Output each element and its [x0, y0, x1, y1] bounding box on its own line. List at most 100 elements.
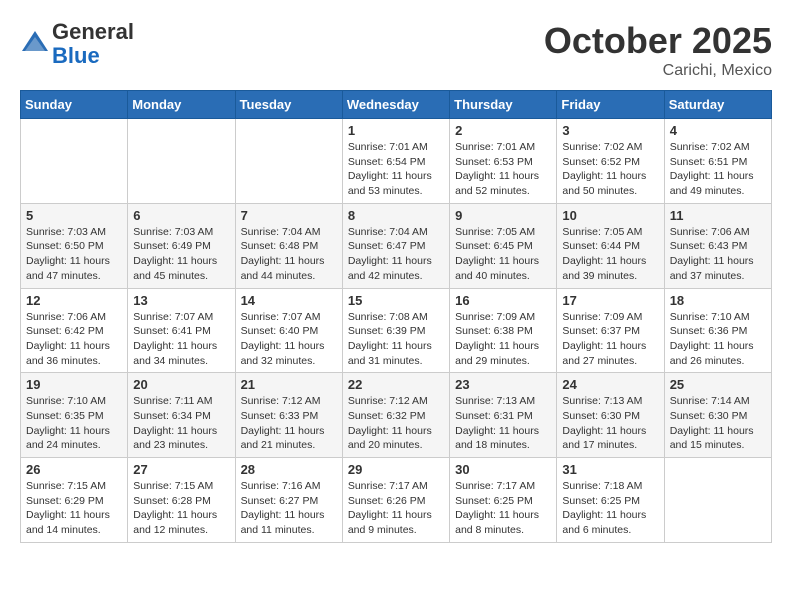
- day-info: Sunrise: 7:03 AMSunset: 6:50 PMDaylight:…: [26, 225, 122, 284]
- day-cell: 20 Sunrise: 7:11 AMSunset: 6:34 PMDayligh…: [128, 373, 235, 458]
- day-info: Sunrise: 7:02 AMSunset: 6:51 PMDaylight:…: [670, 140, 766, 199]
- day-info: Sunrise: 7:10 AMSunset: 6:35 PMDaylight:…: [26, 394, 122, 453]
- day-number: 1: [348, 123, 444, 138]
- logo-icon: [20, 29, 50, 59]
- day-cell: 15Sunrise: 7:08 AMSunset: 6:39 PMDayligh…: [342, 288, 449, 373]
- day-cell: 28 Sunrise: 7:16 AMSunset: 6:27 PMDayligh…: [235, 458, 342, 543]
- logo-general: General: [52, 19, 134, 44]
- location: Carichi, Mexico: [544, 62, 772, 80]
- logo-text: General Blue: [52, 20, 134, 68]
- day-cell: 2 Sunrise: 7:01 AMSunset: 6:53 PMDaylight…: [450, 119, 557, 204]
- day-cell: 22 Sunrise: 7:12 AMSunset: 6:32 PMDayligh…: [342, 373, 449, 458]
- day-number: 12: [26, 293, 122, 308]
- day-cell: 30Sunrise: 7:17 AMSunset: 6:25 PMDayligh…: [450, 458, 557, 543]
- day-cell: 24 Sunrise: 7:13 AMSunset: 6:30 PMDayligh…: [557, 373, 664, 458]
- day-info: Sunrise: 7:14 AMSunset: 6:30 PMDaylight:…: [670, 394, 766, 453]
- day-cell: 8Sunrise: 7:04 AMSunset: 6:47 PMDaylight…: [342, 203, 449, 288]
- logo-blue: Blue: [52, 43, 100, 68]
- day-number: 30: [455, 462, 551, 477]
- day-number: 18: [670, 293, 766, 308]
- day-number: 11: [670, 208, 766, 223]
- day-info: Sunrise: 7:15 AMSunset: 6:29 PMDaylight:…: [26, 479, 122, 538]
- week-row-1: 1 Sunrise: 7:01 AMSunset: 6:54 PMDaylight…: [21, 119, 772, 204]
- week-row-5: 26 Sunrise: 7:15 AMSunset: 6:29 PMDayligh…: [21, 458, 772, 543]
- day-info: Sunrise: 7:13 AMSunset: 6:31 PMDaylight:…: [455, 394, 551, 453]
- title-block: October 2025 Carichi, Mexico: [544, 20, 772, 80]
- week-row-2: 5 Sunrise: 7:03 AMSunset: 6:50 PMDaylight…: [21, 203, 772, 288]
- day-cell: 23Sunrise: 7:13 AMSunset: 6:31 PMDayligh…: [450, 373, 557, 458]
- day-number: 29: [348, 462, 444, 477]
- day-number: 4: [670, 123, 766, 138]
- day-info: Sunrise: 7:09 AMSunset: 6:38 PMDaylight:…: [455, 310, 551, 369]
- week-row-3: 12 Sunrise: 7:06 AMSunset: 6:42 PMDayligh…: [21, 288, 772, 373]
- weekday-header-monday: Monday: [128, 91, 235, 119]
- day-cell: 26 Sunrise: 7:15 AMSunset: 6:29 PMDayligh…: [21, 458, 128, 543]
- day-cell: [235, 119, 342, 204]
- day-number: 26: [26, 462, 122, 477]
- day-info: Sunrise: 7:06 AMSunset: 6:42 PMDaylight:…: [26, 310, 122, 369]
- day-cell: 19 Sunrise: 7:10 AMSunset: 6:35 PMDayligh…: [21, 373, 128, 458]
- day-cell: 9 Sunrise: 7:05 AMSunset: 6:45 PMDaylight…: [450, 203, 557, 288]
- day-number: 10: [562, 208, 658, 223]
- day-cell: 5 Sunrise: 7:03 AMSunset: 6:50 PMDaylight…: [21, 203, 128, 288]
- day-cell: 31 Sunrise: 7:18 AMSunset: 6:25 PMDayligh…: [557, 458, 664, 543]
- day-number: 28: [241, 462, 337, 477]
- day-info: Sunrise: 7:02 AMSunset: 6:52 PMDaylight:…: [562, 140, 658, 199]
- day-info: Sunrise: 7:13 AMSunset: 6:30 PMDaylight:…: [562, 394, 658, 453]
- day-info: Sunrise: 7:03 AMSunset: 6:49 PMDaylight:…: [133, 225, 229, 284]
- day-info: Sunrise: 7:08 AMSunset: 6:39 PMDaylight:…: [348, 310, 444, 369]
- day-number: 20: [133, 377, 229, 392]
- weekday-header-sunday: Sunday: [21, 91, 128, 119]
- day-cell: 21Sunrise: 7:12 AMSunset: 6:33 PMDayligh…: [235, 373, 342, 458]
- day-info: Sunrise: 7:09 AMSunset: 6:37 PMDaylight:…: [562, 310, 658, 369]
- day-info: Sunrise: 7:17 AMSunset: 6:26 PMDaylight:…: [348, 479, 444, 538]
- day-info: Sunrise: 7:18 AMSunset: 6:25 PMDaylight:…: [562, 479, 658, 538]
- day-number: 8: [348, 208, 444, 223]
- day-number: 13: [133, 293, 229, 308]
- day-cell: 25Sunrise: 7:14 AMSunset: 6:30 PMDayligh…: [664, 373, 771, 458]
- day-cell: [21, 119, 128, 204]
- day-number: 14: [241, 293, 337, 308]
- day-cell: 27Sunrise: 7:15 AMSunset: 6:28 PMDayligh…: [128, 458, 235, 543]
- weekday-header-tuesday: Tuesday: [235, 91, 342, 119]
- day-cell: 10 Sunrise: 7:05 AMSunset: 6:44 PMDayligh…: [557, 203, 664, 288]
- day-number: 5: [26, 208, 122, 223]
- day-cell: 6 Sunrise: 7:03 AMSunset: 6:49 PMDaylight…: [128, 203, 235, 288]
- day-info: Sunrise: 7:16 AMSunset: 6:27 PMDaylight:…: [241, 479, 337, 538]
- day-cell: 14 Sunrise: 7:07 AMSunset: 6:40 PMDayligh…: [235, 288, 342, 373]
- day-cell: 13Sunrise: 7:07 AMSunset: 6:41 PMDayligh…: [128, 288, 235, 373]
- day-number: 24: [562, 377, 658, 392]
- day-cell: 3Sunrise: 7:02 AMSunset: 6:52 PMDaylight…: [557, 119, 664, 204]
- weekday-header-saturday: Saturday: [664, 91, 771, 119]
- day-info: Sunrise: 7:11 AMSunset: 6:34 PMDaylight:…: [133, 394, 229, 453]
- weekday-header-friday: Friday: [557, 91, 664, 119]
- day-info: Sunrise: 7:05 AMSunset: 6:45 PMDaylight:…: [455, 225, 551, 284]
- day-cell: 1 Sunrise: 7:01 AMSunset: 6:54 PMDaylight…: [342, 119, 449, 204]
- day-cell: 7 Sunrise: 7:04 AMSunset: 6:48 PMDaylight…: [235, 203, 342, 288]
- day-info: Sunrise: 7:01 AMSunset: 6:53 PMDaylight:…: [455, 140, 551, 199]
- day-number: 7: [241, 208, 337, 223]
- day-number: 31: [562, 462, 658, 477]
- weekday-header-row: SundayMondayTuesdayWednesdayThursdayFrid…: [21, 91, 772, 119]
- day-number: 27: [133, 462, 229, 477]
- day-number: 9: [455, 208, 551, 223]
- day-number: 22: [348, 377, 444, 392]
- calendar-table: SundayMondayTuesdayWednesdayThursdayFrid…: [20, 90, 772, 543]
- day-number: 6: [133, 208, 229, 223]
- day-info: Sunrise: 7:10 AMSunset: 6:36 PMDaylight:…: [670, 310, 766, 369]
- day-cell: 18 Sunrise: 7:10 AMSunset: 6:36 PMDayligh…: [664, 288, 771, 373]
- day-info: Sunrise: 7:07 AMSunset: 6:40 PMDaylight:…: [241, 310, 337, 369]
- day-number: 16: [455, 293, 551, 308]
- weekday-header-wednesday: Wednesday: [342, 91, 449, 119]
- day-info: Sunrise: 7:01 AMSunset: 6:54 PMDaylight:…: [348, 140, 444, 199]
- logo: General Blue: [20, 20, 134, 68]
- day-info: Sunrise: 7:05 AMSunset: 6:44 PMDaylight:…: [562, 225, 658, 284]
- week-row-4: 19 Sunrise: 7:10 AMSunset: 6:35 PMDayligh…: [21, 373, 772, 458]
- month-title: October 2025: [544, 20, 772, 62]
- weekday-header-thursday: Thursday: [450, 91, 557, 119]
- day-info: Sunrise: 7:06 AMSunset: 6:43 PMDaylight:…: [670, 225, 766, 284]
- day-number: 19: [26, 377, 122, 392]
- day-info: Sunrise: 7:04 AMSunset: 6:48 PMDaylight:…: [241, 225, 337, 284]
- day-info: Sunrise: 7:12 AMSunset: 6:32 PMDaylight:…: [348, 394, 444, 453]
- day-number: 2: [455, 123, 551, 138]
